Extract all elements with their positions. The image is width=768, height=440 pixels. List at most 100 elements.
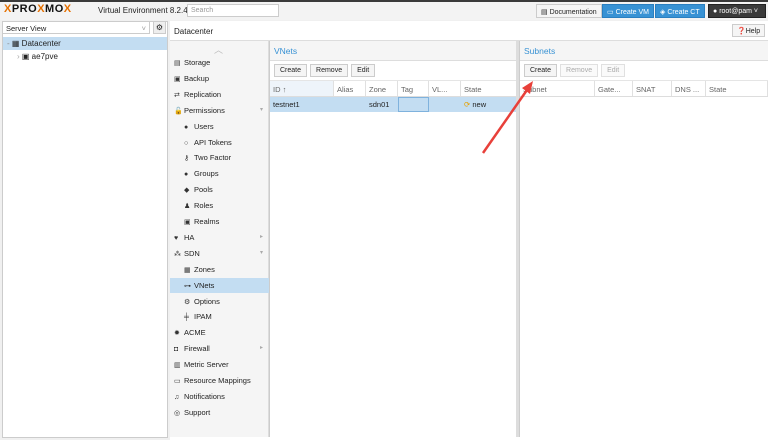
nav-item-label: Pools [194,185,213,195]
nav-item-vnets[interactable]: ⊶ VNets [170,277,269,293]
chevron-icon[interactable]: ▸ [260,341,263,356]
gear-icon[interactable]: ⚙ [153,21,166,34]
nav-item-api-tokens[interactable]: ○ API Tokens [170,135,269,150]
vnet-remove-button[interactable]: Remove [310,64,349,77]
desktop-icon: ▭ [607,9,616,16]
nav-item-backup[interactable]: ▣ Backup [170,71,269,86]
nav-item-acme[interactable]: ✹ ACME [170,325,269,340]
col-alias[interactable]: Alias [334,81,366,96]
cell-alias [334,97,366,112]
user-menu-button[interactable]: ● root@pam ˅ [708,4,766,18]
nav-item-label: Resource Mappings [184,376,251,385]
cell-tag [398,97,429,112]
nav-item-label: Options [194,296,220,306]
vnets-toolbar: Create Remove Edit [270,61,517,81]
nav-item-replication[interactable]: ⇄ Replication [170,87,269,102]
nav-item-support[interactable]: ◎ Support [170,405,269,420]
vnet-create-button[interactable]: Create [274,64,308,77]
nav-item-label: Users [194,121,214,131]
chevron-icon[interactable]: ▾ [260,246,263,261]
nav-item-label: SDN [184,248,200,258]
nav-item-resource-mappings[interactable]: ▭ Resource Mappings [170,373,269,388]
vnets-panel: VNets Create Remove Edit ID ↑ Alias Zone T… [269,41,517,437]
chevron-down-icon: ˅ [751,8,759,15]
col-tag[interactable]: Tag [398,81,429,96]
nav-item-ha[interactable]: ♥ HA ▸ [170,230,269,245]
chevron-icon[interactable]: ▾ [260,103,263,118]
server-view-select[interactable]: Server View ˅ [2,21,150,34]
vnet-edit-button[interactable]: Edit [351,64,376,77]
nav-item-storage[interactable]: ▤ Storage [170,55,269,70]
table-row[interactable]: testnet1 sdn01 ⟳ new [270,97,517,112]
documentation-button[interactable]: ▤ Documentation [536,4,602,18]
create-ct-button[interactable]: ◈ Create CT [655,4,705,18]
nav-item-options[interactable]: ⚙ Options [170,294,269,309]
cell-state: ⟳ new [464,100,487,109]
folder-icon: ▭ [174,378,181,385]
nav-item-label: IPAM [194,312,212,322]
server-icon: ▣ [21,52,32,61]
floppy-icon: ▣ [174,75,181,83]
datacenter-icon: ▦ [11,39,22,48]
subnets-toolbar: Create Remove Edit [520,61,768,81]
nav-item-roles[interactable]: ♟ Roles [170,198,269,213]
retweet-icon: ⇄ [174,91,180,99]
nav-item-zones[interactable]: ▦ Zones [170,262,269,277]
col-id[interactable]: ID ↑ [270,81,334,96]
nav-item-ipam[interactable]: ╪ IPAM [170,309,269,324]
col-subnet[interactable]: Subnet [520,81,595,96]
page-title: Datacenter [170,21,768,41]
subnets-grid-header: Subnet Gate... SNAT DNS ... State [520,81,768,97]
shield-icon: ◘ [174,346,179,354]
users-icon: ● [184,171,189,179]
pending-icon: ⟳ [464,100,471,109]
proxmox-logo: XPROXMOX [4,3,72,15]
nav-item-label: Replication [184,89,222,99]
col-zone[interactable]: Zone [366,81,398,96]
nav-item-users[interactable]: ● Users [170,119,269,134]
nav-item-groups[interactable]: ● Groups [170,166,269,181]
server-view-value: Server View [6,24,47,33]
col-state[interactable]: State [461,81,517,96]
sdn-icon: ⁂ [174,250,181,258]
nav-item-label: Metric Server [184,360,229,370]
nav-item-metric-server[interactable]: ▥ Metric Server [170,357,269,372]
create-vm-button[interactable]: ▭ Create VM [602,4,655,18]
nav-item-label: API Tokens [194,137,232,147]
subnet-remove-button[interactable]: Remove [560,64,599,77]
nav-item-label: Firewall [184,344,210,354]
nav-item-firewall[interactable]: ◘ Firewall ▸ [170,341,269,356]
col-state[interactable]: State [706,81,768,96]
tree-item-node[interactable]: › ▣ ae7pve [3,50,167,63]
datacenter-menu: ︿ ▤ Storage ▣ Backup ⇄ Replication 🔓Permission… [170,41,269,437]
book-icon: ▤ [541,9,550,16]
nav-item-label: Groups [194,169,219,179]
col-dns[interactable]: DNS ... [672,81,706,96]
nav-item-realms[interactable]: ▣ Realms [170,214,269,229]
resource-tree-panel [2,21,168,438]
user-o-icon: ○ [184,139,189,147]
col-snat[interactable]: SNAT [633,81,672,96]
subnet-create-button[interactable]: Create [524,64,558,77]
nav-item-label: Permissions [184,105,225,115]
col-vlan[interactable]: VL... [429,81,461,96]
chevron-icon[interactable]: ▸ [260,230,263,245]
nav-item-sdn[interactable]: ⁂ SDN ▾ [170,246,269,261]
nav-item-two-factor[interactable]: ⚷ Two Factor [170,150,269,165]
tree-item-datacenter[interactable]: - ▦ Datacenter [3,37,167,50]
nav-item-notifications[interactable]: ♫ Notifications [170,389,269,404]
network-icon: ⊶ [184,282,191,290]
question-icon: ❓ [737,28,746,35]
search-input[interactable]: Search [187,4,279,17]
map-signs-icon: ╪ [184,314,189,322]
resource-tree: - ▦ Datacenter › ▣ ae7pve [3,37,167,63]
subnet-edit-button[interactable]: Edit [601,64,626,77]
help-button[interactable]: ❓Help [732,24,766,37]
cell-id: testnet1 [273,100,300,109]
col-gateway[interactable]: Gate... [595,81,633,96]
nav-item-label: Backup [184,73,210,83]
nav-item-label: Realms [194,217,220,226]
nav-item-pools[interactable]: ◆ Pools [170,182,269,197]
nav-item-permissions[interactable]: 🔓Permissions ▾ [170,103,269,118]
key-icon: ⚷ [184,155,190,163]
